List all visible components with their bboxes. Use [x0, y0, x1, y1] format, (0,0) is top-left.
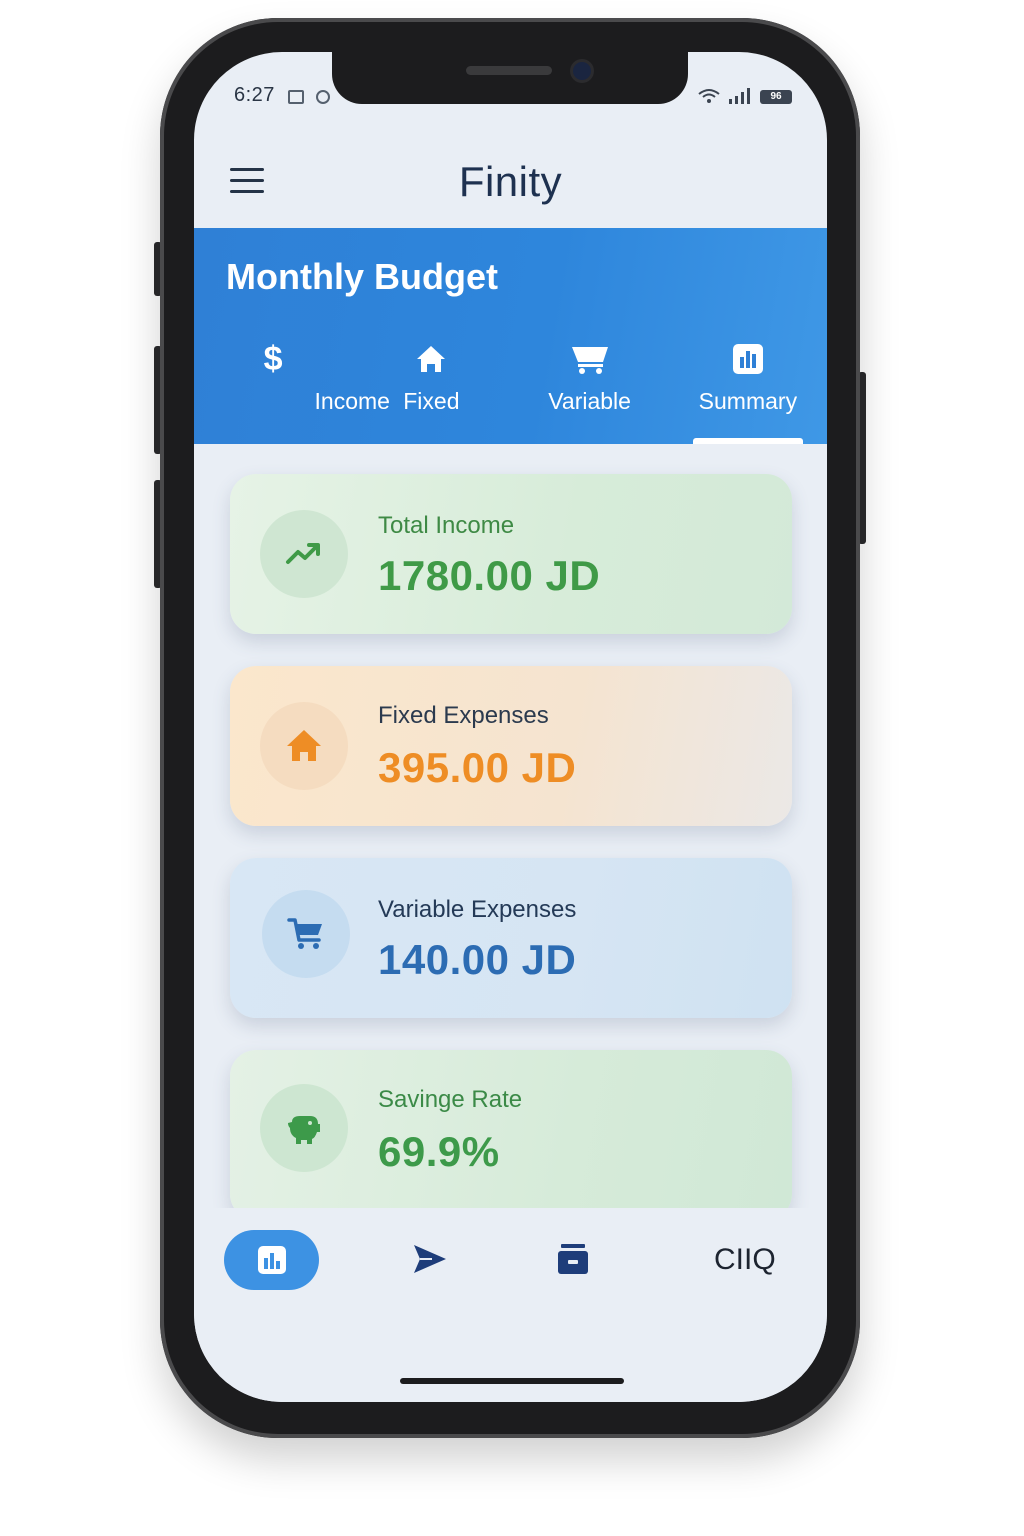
sim-card-icon: [288, 90, 304, 104]
speaker: [466, 66, 552, 75]
card-label: Variable Expenses: [378, 896, 577, 923]
app-header: Finity: [194, 138, 827, 228]
front-camera: [573, 62, 591, 80]
bottom-navigation: CIIQ: [194, 1208, 827, 1402]
phone-screen: 6:27 96 Finity Monthly Budget $ Income F…: [194, 52, 827, 1402]
status-time: 6:27: [234, 84, 275, 106]
archive-icon: [558, 1244, 588, 1274]
notch: [332, 52, 688, 104]
cart-icon: [287, 918, 322, 949]
card-value: 69.9%: [378, 1128, 500, 1175]
tab-summary[interactable]: Summary: [669, 336, 827, 444]
tab-summary-label: Summary: [698, 388, 798, 414]
nav-summary-button[interactable]: [224, 1230, 319, 1290]
stage: 6:27 96 Finity Monthly Budget $ Income F…: [0, 0, 1024, 1536]
tab-variable-label: Variable: [548, 388, 631, 414]
house-icon: [417, 346, 446, 372]
app-title: Finity: [458, 158, 563, 205]
alarm-icon: [316, 90, 330, 104]
cart-icon: [571, 347, 608, 374]
bar-chart-icon: [732, 344, 763, 374]
bar-chart-icon: [258, 1246, 286, 1274]
nav-ciiq-button[interactable]: CIIQ: [714, 1230, 794, 1290]
banner-title: Monthly Budget: [226, 256, 498, 297]
card-label: Fixed Expenses: [378, 702, 549, 729]
nav-send-button[interactable]: [408, 1230, 452, 1290]
home-indicator[interactable]: [400, 1378, 624, 1384]
savings-icon-circle: [260, 1084, 348, 1172]
variable-expenses-card[interactable]: Variable Expenses 140.00 JD: [230, 858, 792, 1018]
send-icon: [414, 1245, 446, 1273]
variable-icon-circle: [262, 890, 350, 978]
card-label: Savinge Rate: [378, 1086, 523, 1113]
budget-tabs: $ Income Fixed Variable Summary: [194, 336, 827, 444]
card-value: 395.00 JD: [378, 744, 577, 791]
tab-fixed-label: Fixed: [403, 388, 460, 414]
income-icon-circle: [260, 510, 348, 598]
wifi-icon: [698, 89, 720, 103]
signal-icon: [729, 88, 750, 104]
tab-fixed[interactable]: Fixed: [352, 336, 510, 444]
piggy-bank-icon: [288, 1116, 320, 1144]
tab-income[interactable]: $ Income: [194, 336, 390, 444]
battery-icon: 96: [760, 90, 792, 104]
tab-variable[interactable]: Variable: [511, 336, 669, 444]
nav-archive-button[interactable]: [554, 1230, 594, 1290]
dollar-icon: $: [263, 340, 283, 378]
card-label: Total Income: [378, 512, 515, 539]
savings-rate-card[interactable]: Savinge Rate 69.9%: [230, 1050, 792, 1220]
monthly-budget-banner: Monthly Budget $ Income Fixed Variable S…: [194, 228, 827, 444]
active-tab-indicator: [692, 438, 803, 444]
fixed-expenses-card[interactable]: Fixed Expenses 395.00 JD: [230, 666, 792, 826]
card-value: 1780.00 JD: [378, 552, 601, 599]
card-value: 140.00 JD: [378, 936, 577, 983]
house-icon: [287, 730, 321, 761]
trending-up-icon: [286, 543, 320, 564]
fixed-icon-circle: [260, 702, 348, 790]
total-income-card[interactable]: Total Income 1780.00 JD: [230, 474, 792, 634]
